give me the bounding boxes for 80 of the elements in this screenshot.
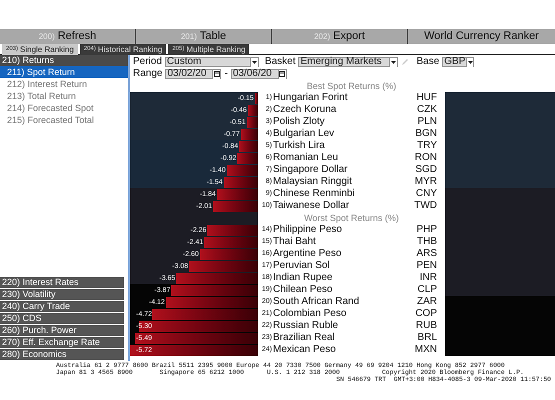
section-header: 210) Returns	[0, 55, 128, 66]
base-dropdown[interactable]: GBP	[442, 57, 474, 67]
currency-name: Russian Ruble	[273, 320, 340, 332]
sidebar-section-button[interactable]: 220) Interest Rates	[0, 277, 124, 288]
function-number: 200)	[38, 30, 55, 42]
sidebar-item[interactable]: 213) Total Return	[0, 90, 128, 102]
currency-name: South African Rand	[273, 296, 360, 308]
sidebar-item[interactable]: 214) Forecasted Spot	[0, 102, 128, 114]
currency-name: Mexican Peso	[273, 344, 337, 356]
dropdown-icon	[250, 58, 258, 66]
start-date-field[interactable]: 03/02/20	[165, 69, 222, 79]
currency-name: Argentine Peso	[273, 248, 342, 260]
currency-name: Malaysian Ringgit	[273, 176, 353, 188]
currency-name: Thai Baht	[273, 236, 317, 248]
currency-code: RON	[414, 152, 437, 164]
currency-code: CNY	[416, 188, 437, 200]
currency-code: BRL	[418, 332, 437, 344]
sidebar-section-button[interactable]: 280) Economics	[0, 349, 124, 360]
currency-name: Peruvian Sol	[273, 260, 331, 272]
section-title: Best Spot Returns (%)	[306, 80, 398, 92]
currency-code: CLP	[418, 284, 437, 296]
sidebar-section-button[interactable]: 270) Eff. Exchange Rate	[0, 337, 124, 348]
currency-code: ARS	[416, 248, 437, 260]
function-number: 202)	[314, 30, 330, 42]
calendar-icon	[278, 70, 286, 78]
currency-name: Bulgarian Lev	[273, 128, 336, 140]
sidebar-item[interactable]: 211) Spot Return	[0, 66, 128, 78]
range-label: Range	[133, 69, 162, 79]
button-label: Table	[200, 29, 226, 44]
currency-name: Hungarian Forint	[273, 92, 348, 104]
section-title: Worst Spot Returns (%)	[303, 212, 400, 224]
currency-name: Taiwanese Dollar	[273, 200, 350, 212]
currency-name: Singapore Dollar	[273, 164, 348, 176]
sidebar-section-button[interactable]: 250) CDS	[0, 313, 124, 324]
basket-label: Basket	[264, 57, 296, 67]
period-label: Period	[133, 57, 162, 67]
button-label: Refresh	[58, 29, 96, 44]
currency-code: RUB	[416, 320, 437, 332]
currency-code: MXN	[414, 344, 437, 356]
currency-name: Colombian Peso	[273, 308, 348, 320]
currency-code: SGD	[415, 164, 437, 176]
button-label: Export	[333, 29, 365, 44]
base-label: Base	[416, 57, 440, 67]
calendar-icon	[212, 70, 220, 78]
currency-code: PEN	[416, 260, 437, 272]
currency-code: TRY	[417, 140, 437, 152]
end-date-field[interactable]: 03/06/20	[230, 69, 287, 79]
period-dropdown[interactable]: Custom	[164, 57, 259, 67]
sidebar-item[interactable]: 215) Forecasted Total	[0, 114, 128, 126]
currency-code: THB	[417, 236, 437, 248]
currency-name: Turkish Lira	[273, 140, 326, 152]
currency-code: BGN	[415, 128, 437, 140]
currency-name: Philippine Peso	[273, 224, 343, 236]
sidebar-item[interactable]: 212) Interest Return	[0, 78, 128, 90]
basket-dropdown[interactable]: Emerging Markets	[298, 57, 398, 67]
currency-code: HUF	[416, 92, 437, 104]
currency-code: PHP	[416, 224, 437, 236]
currency-name: Brazilian Real	[273, 332, 336, 344]
currency-code: ZAR	[417, 296, 437, 308]
range-separator: -	[224, 69, 228, 79]
sidebar-section-button[interactable]: 240) Carry Trade	[0, 301, 124, 312]
currency-code: MYR	[414, 176, 437, 188]
currency-name: Chilean Peso	[273, 284, 334, 296]
currency-name: Polish Zloty	[273, 116, 326, 128]
currency-name: Chinese Renminbi	[273, 188, 356, 200]
currency-name: Indian Rupee	[273, 272, 334, 284]
pencil-icon[interactable]	[401, 58, 410, 66]
currency-code: INR	[420, 272, 437, 284]
window-title: World Currency Ranker	[423, 29, 540, 44]
currency-code: PLN	[418, 116, 437, 128]
currency-name: Czech Koruna	[273, 104, 338, 116]
sidebar-section-button[interactable]: 260) Purch. Power	[0, 325, 124, 336]
dropdown-icon	[466, 58, 474, 66]
sidebar-section-button[interactable]: 230) Volatility	[0, 289, 124, 300]
currency-code: COP	[415, 308, 437, 320]
currency-code: CZK	[417, 104, 437, 116]
currency-name: Romanian Leu	[273, 152, 340, 164]
currency-code: TWD	[414, 200, 437, 212]
dropdown-icon	[389, 58, 398, 66]
function-number: 201)	[180, 30, 197, 42]
